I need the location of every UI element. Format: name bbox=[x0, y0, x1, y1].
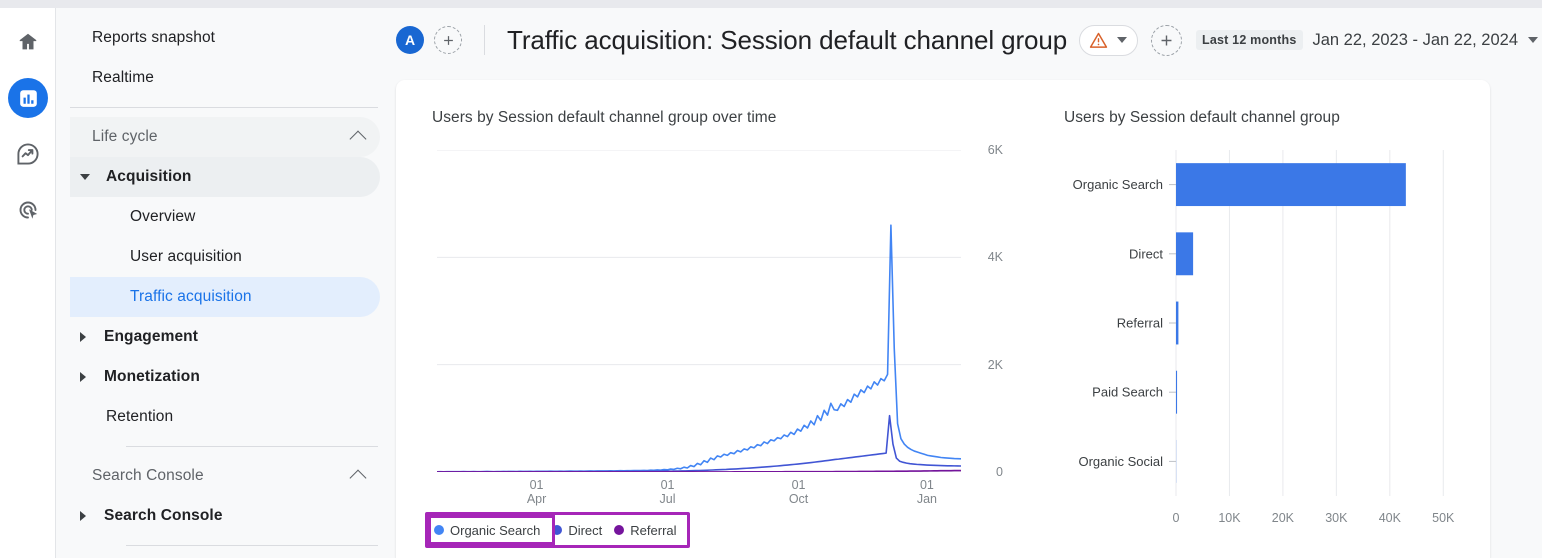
sidebar-item-engagement[interactable]: Engagement bbox=[70, 317, 380, 357]
legend-item-label: Organic Search bbox=[450, 522, 541, 538]
sidebar-item-label: Monetization bbox=[104, 368, 200, 385]
bar-chart-x-tick: 50K bbox=[1432, 511, 1455, 525]
legend-item-label: Referral bbox=[630, 522, 677, 538]
header-separator bbox=[484, 25, 485, 55]
sidebar-item-label: Reports snapshot bbox=[92, 29, 216, 46]
bar-chart-category-label: Organic Social bbox=[1078, 454, 1163, 469]
window-top-strip bbox=[0, 0, 1542, 8]
sidebar-item-realtime[interactable]: Realtime bbox=[70, 58, 380, 98]
home-icon[interactable] bbox=[8, 22, 48, 62]
sidebar-section-life-cycle[interactable]: Life cycle bbox=[70, 117, 380, 157]
chevron-down-icon bbox=[1117, 37, 1128, 43]
sidebar-divider-top bbox=[70, 107, 378, 108]
sidebar-item-user-acquisition[interactable]: User acquisition bbox=[70, 237, 380, 277]
plus-icon bbox=[443, 35, 453, 45]
bar-chart-category-label: Paid Search bbox=[1092, 385, 1163, 400]
add-comparison-button[interactable] bbox=[434, 26, 462, 54]
sidebar-section-label: Search Console bbox=[92, 467, 204, 484]
main-content: A Traffic acquisition: Session default c… bbox=[396, 8, 1542, 558]
sidebar-item-traffic-acquisition[interactable]: Traffic acquisition bbox=[70, 277, 380, 317]
sidebar-item-reports-snapshot[interactable]: Reports snapshot bbox=[70, 18, 380, 58]
sidebar-divider-mid bbox=[126, 446, 378, 447]
page-title: Traffic acquisition: Session default cha… bbox=[507, 24, 1068, 55]
legend-item[interactable]: Referral bbox=[614, 522, 677, 538]
sidebar-divider-bottom bbox=[126, 545, 378, 546]
legend-color-dot bbox=[434, 525, 444, 535]
bar-chart-category-label: Organic Search bbox=[1073, 177, 1163, 192]
sidebar-item-monetization[interactable]: Monetization bbox=[70, 357, 380, 397]
icon-rail bbox=[0, 8, 56, 558]
bar-chart-x-tick: 20K bbox=[1272, 511, 1295, 525]
sidebar-item-acquisition[interactable]: Acquisition bbox=[70, 157, 380, 197]
report-header: A Traffic acquisition: Session default c… bbox=[396, 8, 1542, 72]
warning-triangle-icon bbox=[1089, 32, 1108, 48]
chevron-up-icon bbox=[349, 130, 367, 148]
bar-chart-plot[interactable]: Organic Search Direct Referral Paid Search O… bbox=[1064, 140, 1476, 540]
bar-chart-category-label: Referral bbox=[1117, 316, 1163, 331]
legend-color-dot bbox=[552, 525, 563, 535]
line-chart-title: Users by Session default channel group o… bbox=[432, 109, 777, 126]
line-chart-x-tick: 01 Jan bbox=[916, 478, 938, 506]
explore-icon[interactable] bbox=[8, 134, 48, 174]
legend-item-label: Direct bbox=[568, 522, 603, 538]
bar-chart-x-tick: 0 bbox=[1173, 511, 1180, 525]
sidebar-section-label: Life cycle bbox=[92, 128, 158, 145]
line-chart-panel: Users by Session default channel group o… bbox=[396, 80, 1036, 558]
plus-icon bbox=[1161, 35, 1172, 45]
reports-icon[interactable] bbox=[8, 78, 48, 118]
sidebar-item-retention[interactable]: Retention bbox=[70, 397, 380, 437]
sidebar-section-search-console[interactable]: Search Console bbox=[70, 456, 380, 496]
bar-chart-title: Users by Session default channel group bbox=[1064, 109, 1340, 126]
analytics-app: Reports snapshot Realtime Life cycle Acq… bbox=[0, 0, 1542, 558]
date-preset-badge[interactable]: Last 12 months bbox=[1196, 30, 1303, 50]
line-chart-y-tick: 2K bbox=[987, 357, 1003, 372]
avatar[interactable]: A bbox=[396, 26, 424, 54]
sidebar-item-label: Realtime bbox=[92, 69, 154, 86]
sidebar-item-label: Engagement bbox=[104, 328, 199, 345]
line-chart-plot[interactable] bbox=[437, 150, 961, 472]
line-chart-y-tick: 0 bbox=[996, 465, 1003, 479]
line-chart-x-tick: 01 Oct bbox=[788, 478, 809, 506]
advertising-icon[interactable] bbox=[8, 190, 48, 230]
line-chart-y-tick: 4K bbox=[987, 250, 1003, 265]
line-chart-legend: Organic Search Direct Referral bbox=[425, 512, 690, 548]
sidebar-item-label: Retention bbox=[106, 408, 174, 425]
sidebar-item-overview[interactable]: Overview bbox=[70, 197, 380, 237]
line-chart-y-tick: 6K bbox=[987, 143, 1003, 157]
data-warning-chip[interactable] bbox=[1079, 24, 1139, 56]
sidebar-item-label: Search Console bbox=[104, 507, 223, 524]
date-range-selector[interactable]: Last 12 months Jan 22, 2023 - Jan 22, 20… bbox=[1196, 30, 1542, 50]
line-chart-svg bbox=[437, 150, 961, 472]
chevron-down-icon[interactable] bbox=[1528, 37, 1538, 43]
bar-chart-x-tick: 10K bbox=[1218, 511, 1241, 525]
legend-item[interactable]: Direct bbox=[552, 523, 602, 538]
date-range-text[interactable]: Jan 22, 2023 - Jan 22, 2024 bbox=[1313, 31, 1519, 50]
line-chart-x-tick: 01 Apr bbox=[526, 478, 547, 506]
bar-chart-svg: Organic Search Direct Referral Paid Search O… bbox=[1073, 150, 1455, 525]
bar-chart-panel: Users by Session default channel group O… bbox=[1036, 80, 1490, 558]
bar-chart-category-label: Direct bbox=[1129, 246, 1163, 261]
add-filter-button[interactable] bbox=[1151, 24, 1183, 56]
caret-down-icon bbox=[80, 174, 90, 180]
sidebar-nav: Reports snapshot Realtime Life cycle Acq… bbox=[56, 8, 396, 558]
legend-item[interactable]: Organic Search bbox=[434, 523, 540, 538]
sidebar-item-label: Overview bbox=[130, 208, 196, 225]
sidebar-item-label: Acquisition bbox=[106, 168, 192, 185]
sidebar-item-label: Traffic acquisition bbox=[130, 288, 252, 305]
legend-color-dot bbox=[614, 525, 625, 535]
line-chart-y-axis: 0 2K 4K 6K bbox=[968, 143, 1018, 479]
bar-chart-x-tick: 30K bbox=[1325, 511, 1348, 525]
line-chart-x-tick: 01 Jul bbox=[659, 478, 676, 506]
sidebar-item-label: User acquisition bbox=[130, 248, 242, 265]
sidebar-item-search-console[interactable]: Search Console bbox=[70, 496, 380, 536]
chevron-up-icon bbox=[349, 469, 367, 487]
bar-chart-x-tick: 40K bbox=[1379, 511, 1402, 525]
charts-card: Users by Session default channel group o… bbox=[396, 80, 1490, 558]
